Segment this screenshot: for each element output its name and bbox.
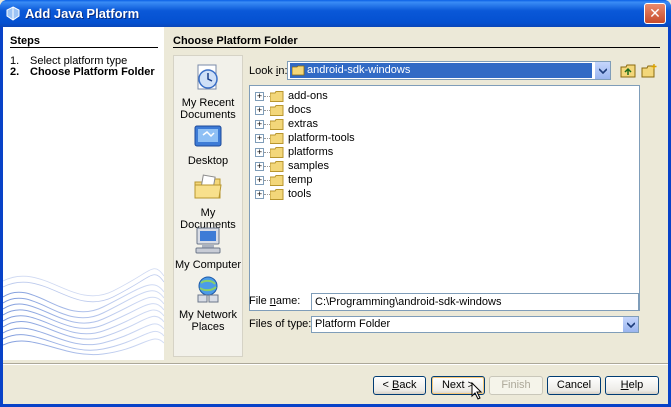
folder-icon bbox=[270, 175, 284, 186]
place-desktop[interactable]: Desktop bbox=[174, 120, 242, 167]
help-button[interactable]: Help bbox=[605, 376, 659, 395]
folder-name: tools bbox=[288, 188, 312, 200]
new-folder-icon bbox=[641, 63, 657, 77]
up-one-level-button[interactable] bbox=[619, 62, 637, 79]
place-label: Desktop bbox=[187, 155, 229, 167]
help-button-label: elp bbox=[628, 379, 644, 391]
decorative-waves-image bbox=[3, 268, 164, 356]
step-number: 2. bbox=[10, 66, 20, 78]
close-button[interactable]: ✕ bbox=[644, 3, 666, 24]
folder-name: temp bbox=[288, 174, 313, 186]
steps-panel: Steps 1. Select platform type 2. Choose Pl… bbox=[3, 27, 164, 360]
look-in-combobox[interactable]: android-sdk-windows bbox=[287, 61, 611, 80]
file-name-label: File name: bbox=[249, 295, 300, 307]
window-title: Add Java Platform bbox=[25, 6, 140, 21]
place-my-documents[interactable]: My Documents bbox=[174, 172, 242, 231]
expand-icon[interactable]: + bbox=[255, 120, 264, 129]
folder-name: extras bbox=[288, 118, 318, 130]
back-button[interactable]: < Back bbox=[373, 376, 426, 395]
files-of-type-label: Files of type: bbox=[249, 318, 312, 330]
cancel-button[interactable]: Cancel bbox=[547, 376, 601, 395]
network-places-icon bbox=[197, 276, 219, 303]
java-cup-icon bbox=[6, 6, 20, 21]
back-button-label-end: ack bbox=[399, 379, 417, 391]
step-label: Choose Platform Folder bbox=[30, 66, 155, 78]
desktop-icon bbox=[194, 125, 222, 147]
expand-icon[interactable]: + bbox=[255, 106, 264, 115]
close-icon: ✕ bbox=[649, 5, 661, 21]
place-recent-documents[interactable]: My Recent Documents bbox=[174, 62, 242, 121]
expand-icon[interactable]: + bbox=[255, 148, 264, 157]
place-label: My Recent Documents bbox=[180, 97, 236, 121]
expand-icon[interactable]: + bbox=[255, 134, 264, 143]
places-bar: My Recent Documents Desktop My Documents bbox=[173, 55, 243, 357]
folder-icon bbox=[270, 189, 284, 200]
files-of-type-dropdown-button[interactable] bbox=[622, 317, 638, 332]
look-in-value: android-sdk-windows bbox=[307, 64, 411, 76]
recent-documents-icon bbox=[197, 64, 218, 90]
button-separator bbox=[3, 363, 668, 365]
chevron-down-icon bbox=[598, 67, 607, 74]
folder-icon bbox=[270, 161, 284, 172]
folder-name: platform-tools bbox=[288, 132, 355, 144]
dialog-client-area: Steps 1. Select platform type 2. Choose Pl… bbox=[3, 27, 668, 404]
steps-title: Steps bbox=[10, 35, 40, 47]
section-title: Choose Platform Folder bbox=[173, 35, 298, 47]
expand-icon[interactable]: + bbox=[255, 162, 264, 171]
files-of-type-combobox[interactable]: Platform Folder bbox=[311, 316, 639, 333]
expand-icon[interactable]: + bbox=[255, 92, 264, 101]
folder-name: docs bbox=[288, 104, 312, 116]
folder-name: samples bbox=[288, 160, 329, 172]
expand-icon[interactable]: + bbox=[255, 190, 264, 199]
title-bar[interactable]: Add Java Platform ✕ bbox=[0, 0, 671, 27]
open-folder-icon bbox=[292, 65, 305, 76]
files-of-type-value: Platform Folder bbox=[315, 318, 391, 330]
folder-list[interactable]: + add-ons + docs + extras + platform-too… bbox=[249, 85, 640, 311]
my-documents-icon bbox=[194, 174, 222, 199]
place-label: My Network Places bbox=[178, 309, 238, 333]
help-button-accel: H bbox=[620, 379, 629, 391]
steps-divider bbox=[10, 47, 158, 48]
expand-icon[interactable]: + bbox=[255, 176, 264, 185]
file-name-field[interactable]: C:\Programming\android-sdk-windows bbox=[311, 293, 639, 311]
file-name-label-text: File bbox=[249, 295, 270, 307]
folder-name: add-ons bbox=[288, 90, 328, 102]
section-divider bbox=[173, 47, 660, 48]
look-in-selected: android-sdk-windows bbox=[290, 63, 592, 78]
folder-icon bbox=[270, 147, 284, 158]
place-label: My Computer bbox=[174, 259, 242, 271]
my-computer-icon bbox=[195, 227, 221, 254]
look-in-label-text: Look bbox=[249, 65, 276, 77]
file-name-label-text-end: ame: bbox=[275, 295, 301, 307]
folder-icon bbox=[270, 133, 284, 144]
chevron-down-icon bbox=[626, 321, 635, 328]
mouse-cursor-icon bbox=[471, 382, 483, 400]
place-network-places[interactable]: My Network Places bbox=[174, 274, 242, 333]
folder-name: platforms bbox=[288, 146, 334, 158]
back-button-label: < bbox=[382, 379, 392, 391]
folder-icon bbox=[270, 91, 284, 102]
folder-icon bbox=[270, 119, 284, 130]
create-new-folder-button[interactable] bbox=[640, 62, 658, 79]
look-in-label: Look in: bbox=[249, 65, 288, 77]
folder-icon bbox=[270, 105, 284, 116]
look-in-dropdown-button[interactable] bbox=[594, 62, 610, 79]
folder-up-icon bbox=[620, 64, 636, 77]
step-item-current: 2. Choose Platform Folder bbox=[10, 66, 155, 78]
place-my-computer[interactable]: My Computer bbox=[174, 224, 242, 271]
finish-button[interactable]: Finish bbox=[489, 376, 543, 395]
